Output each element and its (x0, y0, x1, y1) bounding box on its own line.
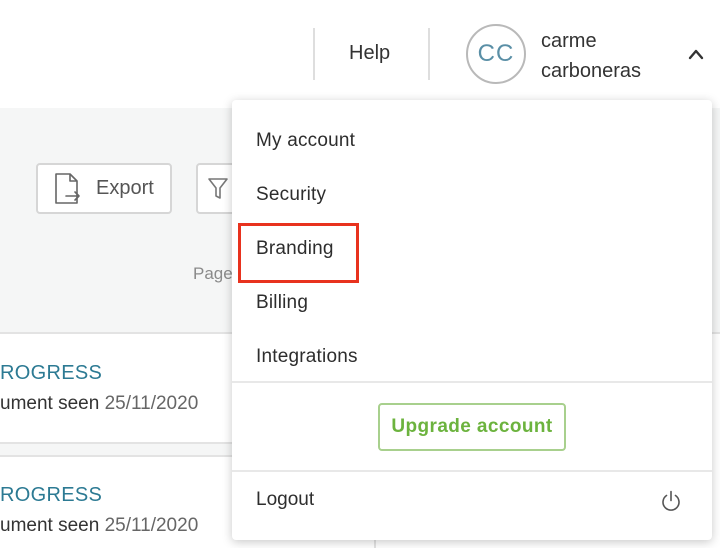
export-label: Export (96, 177, 154, 199)
chevron-up-icon[interactable] (686, 46, 706, 62)
user-menu-dropdown: My account Security Branding Billing Int… (232, 100, 712, 540)
document-status: ROGRESS (0, 362, 103, 384)
menu-item-billing[interactable]: Billing (256, 292, 308, 314)
logout-button[interactable]: Logout (256, 489, 314, 511)
document-seen-date: 25/11/2020 (104, 393, 199, 414)
document-seen-label: ument seen (0, 515, 100, 536)
document-export-icon (55, 172, 80, 204)
funnel-icon (208, 177, 228, 199)
menu-item-integrations[interactable]: Integrations (256, 346, 358, 368)
document-seen-label: ument seen (0, 393, 100, 414)
power-icon[interactable] (659, 489, 683, 513)
upgrade-account-button[interactable]: Upgrade account (378, 403, 566, 451)
document-seen-date: 25/11/2020 (104, 515, 199, 536)
menu-divider (232, 470, 712, 472)
menu-item-branding[interactable]: Branding (256, 238, 334, 260)
header-divider-left (313, 28, 315, 80)
user-name[interactable]: carme carboneras (541, 26, 671, 86)
user-last-name: carboneras (541, 60, 642, 82)
header-divider-right (428, 28, 430, 80)
menu-divider (232, 381, 712, 383)
pagination-label: Page (193, 264, 233, 283)
menu-item-my-account[interactable]: My account (256, 130, 355, 152)
top-header: Help CC carme carboneras (0, 0, 720, 108)
document-status: ROGRESS (0, 484, 103, 506)
menu-item-security[interactable]: Security (256, 184, 326, 206)
document-seen-info: ument seen 25/11/2020 (0, 393, 198, 415)
document-seen-info: ument seen 25/11/2020 (0, 515, 198, 537)
avatar[interactable]: CC (466, 24, 526, 84)
export-button[interactable]: Export (36, 163, 172, 214)
avatar-initials: CC (477, 40, 515, 67)
help-link[interactable]: Help (349, 42, 390, 65)
user-first-name: carme (541, 30, 597, 52)
